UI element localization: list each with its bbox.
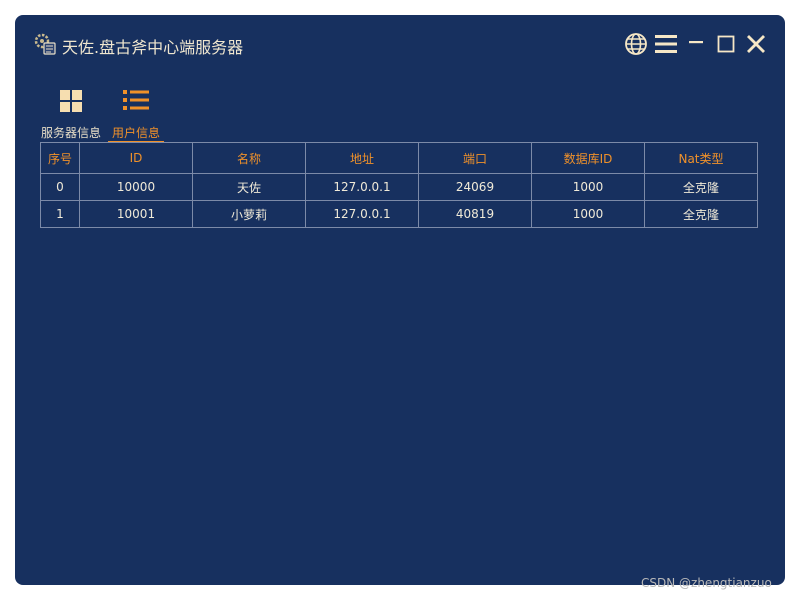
table-cell: 全克隆	[644, 200, 758, 228]
user-table-container: 序号 ID 名称 地址 端口 数据库ID Nat类型 0 10000 天佐 12…	[40, 142, 758, 228]
column-header[interactable]: 地址	[305, 142, 419, 174]
printer-gear-icon	[33, 32, 57, 56]
language-button[interactable]	[624, 32, 648, 56]
table-cell: 10000	[79, 173, 193, 201]
globe-icon	[625, 33, 647, 55]
nav-item-user-info[interactable]: 用户信息	[106, 85, 166, 143]
close-icon	[747, 35, 765, 53]
table-cell: 127.0.0.1	[305, 173, 419, 201]
table-cell: 1000	[531, 200, 645, 228]
column-header[interactable]: Nat类型	[644, 142, 758, 174]
nav-item-server-info[interactable]: 服务器信息	[40, 85, 102, 143]
table-row[interactable]: 1 10001 小萝莉 127.0.0.1 40819 1000 全克隆	[40, 200, 758, 228]
watermark: CSDN @zhengtianzuo	[641, 576, 772, 590]
maximize-icon	[717, 35, 735, 53]
main-window: 天佐.盘古斧中心端服务器 服务器信息 用户信息 序号 ID 名称 地址 端口 数…	[15, 15, 785, 585]
column-header[interactable]: 名称	[192, 142, 306, 174]
table-cell: 40819	[418, 200, 532, 228]
list-icon	[123, 89, 149, 115]
table-cell: 127.0.0.1	[305, 200, 419, 228]
window-title: 天佐.盘古斧中心端服务器	[62, 38, 244, 57]
column-header[interactable]: 序号	[40, 142, 80, 174]
column-header[interactable]: ID	[79, 142, 193, 174]
minimize-button[interactable]	[684, 32, 708, 56]
nav-label: 用户信息	[111, 126, 160, 140]
table-cell: 0	[40, 173, 80, 201]
table-cell: 10001	[79, 200, 193, 228]
menu-button[interactable]	[654, 32, 678, 56]
title-bar[interactable]: 天佐.盘古斧中心端服务器	[15, 15, 785, 73]
table-cell: 天佐	[192, 173, 306, 201]
nav-label: 服务器信息	[40, 126, 101, 140]
close-button[interactable]	[744, 32, 768, 56]
table-cell: 小萝莉	[192, 200, 306, 228]
table-header-row: 序号 ID 名称 地址 端口 数据库ID Nat类型	[40, 142, 758, 174]
minimize-icon	[689, 41, 703, 44]
maximize-button[interactable]	[714, 32, 738, 56]
table-cell: 1	[40, 200, 80, 228]
column-header[interactable]: 端口	[418, 142, 532, 174]
user-table: 序号 ID 名称 地址 端口 数据库ID Nat类型 0 10000 天佐 12…	[40, 142, 758, 228]
hamburger-icon	[655, 35, 677, 53]
table-cell: 24069	[418, 173, 532, 201]
table-row[interactable]: 0 10000 天佐 127.0.0.1 24069 1000 全克隆	[40, 173, 758, 201]
column-header[interactable]: 数据库ID	[531, 142, 645, 174]
table-cell: 1000	[531, 173, 645, 201]
table-cell: 全克隆	[644, 173, 758, 201]
grid-icon	[59, 89, 83, 117]
